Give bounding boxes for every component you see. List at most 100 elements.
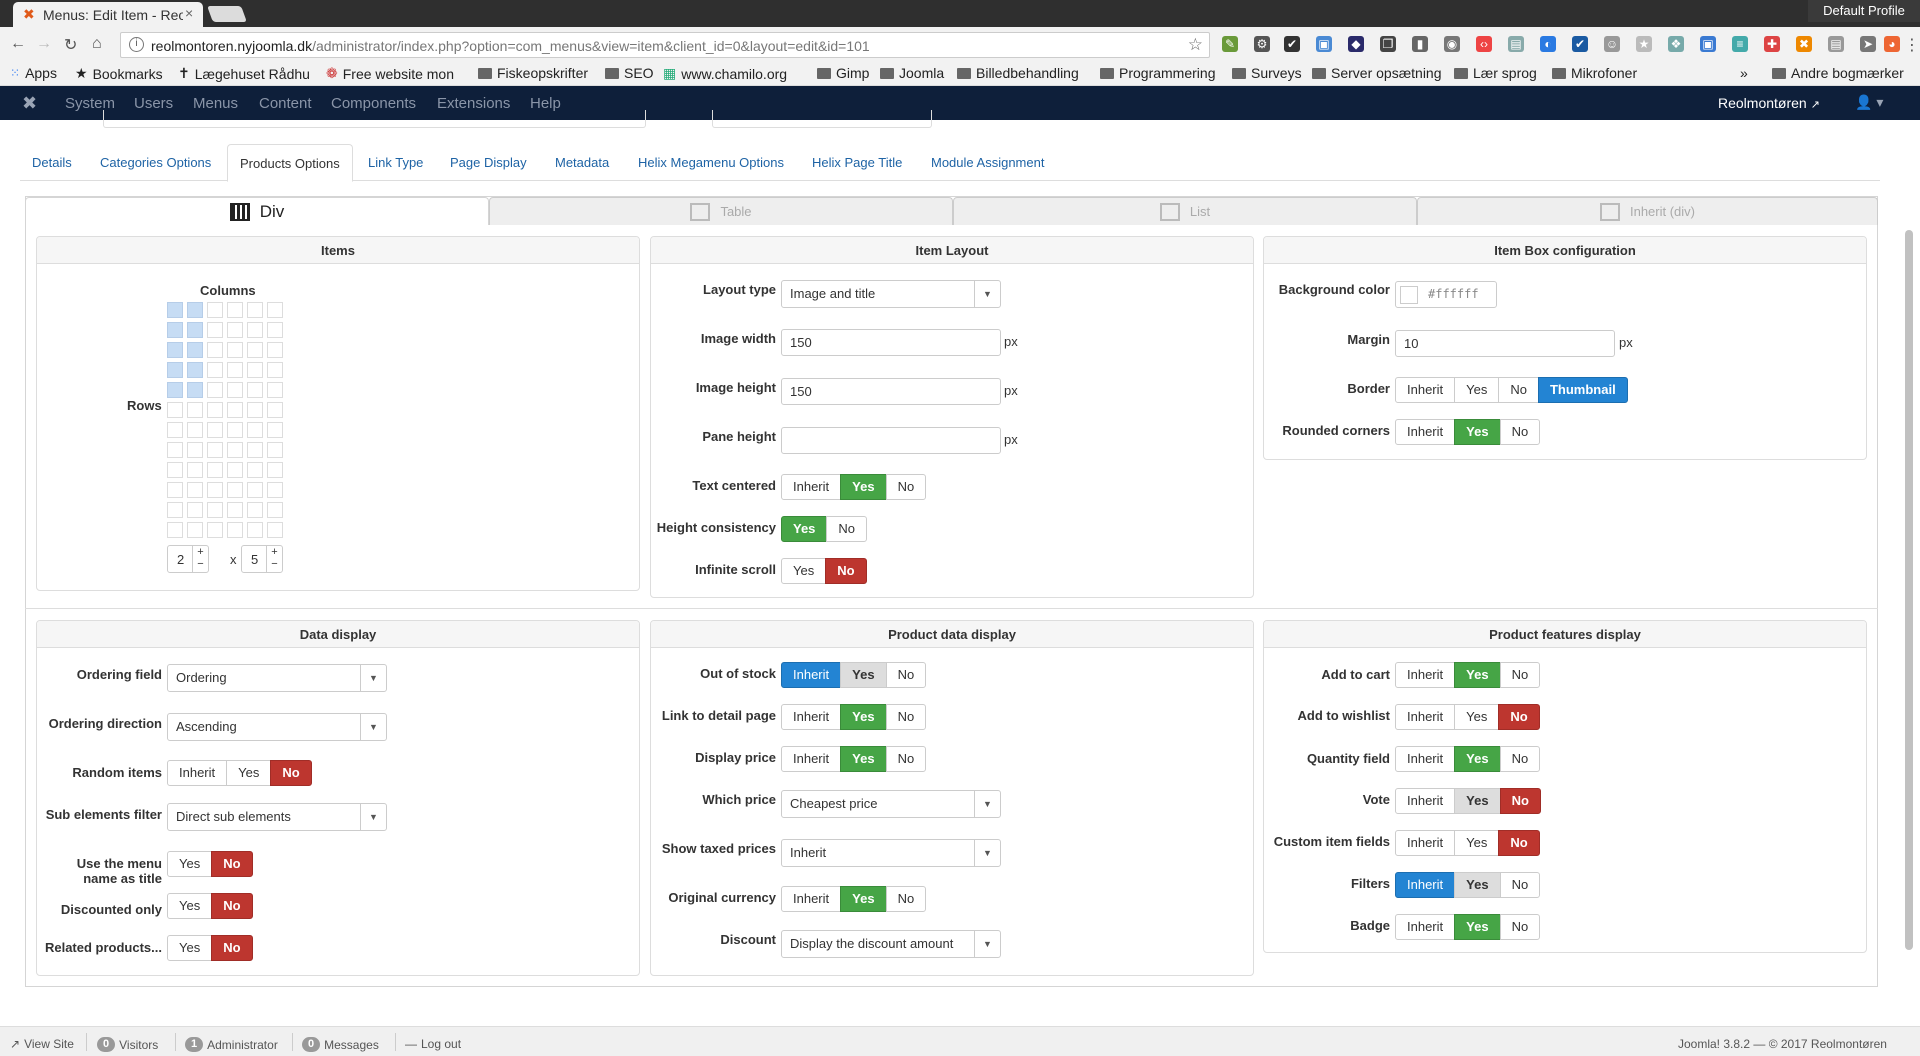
grid-cell[interactable]: [207, 502, 223, 518]
sub-elements-select[interactable]: Direct sub elements ▼: [167, 803, 387, 831]
grid-cell[interactable]: [207, 382, 223, 398]
grid-cell[interactable]: [187, 462, 203, 478]
grid-cell[interactable]: [247, 522, 263, 538]
bookmark-item[interactable]: ▦ www.chamilo.org: [663, 65, 787, 82]
yes-option[interactable]: Yes: [840, 886, 887, 912]
extension-icon[interactable]: ❐: [1380, 36, 1396, 52]
extension-icon[interactable]: ◕: [1884, 36, 1900, 52]
grid-cell[interactable]: [187, 442, 203, 458]
grid-cell[interactable]: [167, 362, 183, 378]
grid-cell[interactable]: [207, 462, 223, 478]
bookmark-folder[interactable]: Programmering: [1100, 65, 1215, 81]
no-option[interactable]: No: [825, 558, 867, 584]
grid-cell[interactable]: [207, 342, 223, 358]
columns-stepper[interactable]: 2 + −: [167, 545, 209, 573]
inherit-option[interactable]: Inherit: [1395, 872, 1456, 898]
grid-cell[interactable]: [267, 482, 283, 498]
tab-link-type[interactable]: Link Type: [356, 144, 435, 181]
no-option[interactable]: No: [211, 893, 253, 919]
extension-icon[interactable]: ★: [1636, 36, 1652, 52]
grid-cell[interactable]: [267, 382, 283, 398]
tab-products-options[interactable]: Products Options: [227, 144, 353, 182]
no-option[interactable]: No: [885, 662, 927, 688]
visitors-link[interactable]: 0 Visitors: [97, 1037, 158, 1052]
address-bar[interactable]: i reolmontoren.nyjoomla.dk/administrator…: [120, 32, 1210, 58]
grid-cell[interactable]: [227, 502, 243, 518]
inherit-option[interactable]: Inherit: [781, 746, 842, 772]
grid-cell[interactable]: [187, 422, 203, 438]
grid-cell[interactable]: [227, 522, 243, 538]
logout-link[interactable]: — Log out: [405, 1037, 461, 1051]
yes-option[interactable]: Yes: [1454, 704, 1500, 730]
grid-cell[interactable]: [227, 422, 243, 438]
grid-cell[interactable]: [167, 522, 183, 538]
grid-cell[interactable]: [187, 382, 203, 398]
grid-cell[interactable]: [207, 422, 223, 438]
no-option[interactable]: No: [1498, 377, 1539, 403]
thumbnail-option[interactable]: Thumbnail: [1537, 377, 1628, 403]
grid-cell[interactable]: [247, 402, 263, 418]
grid-cell[interactable]: [247, 302, 263, 318]
grid-cell[interactable]: [167, 342, 183, 358]
extension-icon[interactable]: ➤: [1860, 36, 1876, 52]
bookmark-folder[interactable]: SEO: [605, 65, 654, 81]
image-height-input[interactable]: 150: [781, 378, 1001, 405]
bookmark-folder[interactable]: Billedbehandling: [957, 65, 1079, 81]
grid-cell[interactable]: [247, 422, 263, 438]
inherit-option[interactable]: Inherit: [1395, 419, 1456, 445]
yes-option[interactable]: Yes: [781, 516, 828, 542]
extension-icon[interactable]: ✎: [1222, 36, 1238, 52]
no-option[interactable]: No: [885, 474, 927, 500]
yes-option[interactable]: Yes: [840, 474, 887, 500]
extension-icon[interactable]: ✔: [1572, 36, 1588, 52]
grid-cell[interactable]: [187, 482, 203, 498]
inherit-option[interactable]: Inherit: [781, 474, 842, 500]
items-grid[interactable]: [167, 302, 283, 538]
bookmark-star-icon[interactable]: ☆: [1188, 35, 1203, 55]
no-option[interactable]: No: [211, 935, 253, 961]
grid-cell[interactable]: [247, 502, 263, 518]
inherit-option[interactable]: Inherit: [1395, 830, 1456, 856]
extension-icon[interactable]: ‹›: [1476, 36, 1492, 52]
extension-icon[interactable]: ▤: [1508, 36, 1524, 52]
close-tab-icon[interactable]: ×: [185, 5, 193, 21]
bookmark-item[interactable]: ★ Bookmarks: [75, 65, 163, 82]
grid-cell[interactable]: [267, 442, 283, 458]
grid-cell[interactable]: [167, 402, 183, 418]
grid-cell[interactable]: [267, 342, 283, 358]
bookmark-folder[interactable]: Joomla: [880, 65, 944, 81]
extension-icon[interactable]: ✖: [1796, 36, 1812, 52]
messages-link[interactable]: 0 Messages: [302, 1037, 379, 1052]
joomla-logo-icon[interactable]: ✖: [22, 93, 37, 114]
no-option[interactable]: No: [1499, 746, 1541, 772]
yes-option[interactable]: Yes: [1454, 914, 1501, 940]
user-menu[interactable]: 👤 ▾: [1855, 94, 1883, 111]
grid-cell[interactable]: [267, 402, 283, 418]
bookmark-apps[interactable]: ⁙ Apps: [10, 65, 57, 81]
more-bookmarks-icon[interactable]: »: [1740, 65, 1748, 81]
grid-cell[interactable]: [207, 442, 223, 458]
yes-option[interactable]: Yes: [1454, 788, 1501, 814]
grid-cell[interactable]: [187, 342, 203, 358]
grid-cell[interactable]: [207, 302, 223, 318]
grid-cell[interactable]: [187, 362, 203, 378]
grid-cell[interactable]: [227, 382, 243, 398]
grid-cell[interactable]: [167, 302, 183, 318]
grid-cell[interactable]: [167, 442, 183, 458]
grid-cell[interactable]: [267, 302, 283, 318]
no-option[interactable]: No: [1499, 872, 1541, 898]
profile-button[interactable]: Default Profile: [1808, 0, 1920, 22]
grid-cell[interactable]: [267, 362, 283, 378]
tab-details[interactable]: Details: [20, 144, 84, 181]
bookmark-folder[interactable]: Surveys: [1232, 65, 1302, 81]
grid-cell[interactable]: [247, 482, 263, 498]
no-option[interactable]: No: [211, 851, 253, 877]
grid-cell[interactable]: [207, 522, 223, 538]
no-option[interactable]: No: [826, 516, 868, 542]
yes-option[interactable]: Yes: [840, 704, 887, 730]
inherit-option[interactable]: Inherit: [781, 704, 842, 730]
grid-cell[interactable]: [167, 422, 183, 438]
grid-cell[interactable]: [167, 482, 183, 498]
grid-cell[interactable]: [267, 422, 283, 438]
grid-cell[interactable]: [207, 402, 223, 418]
